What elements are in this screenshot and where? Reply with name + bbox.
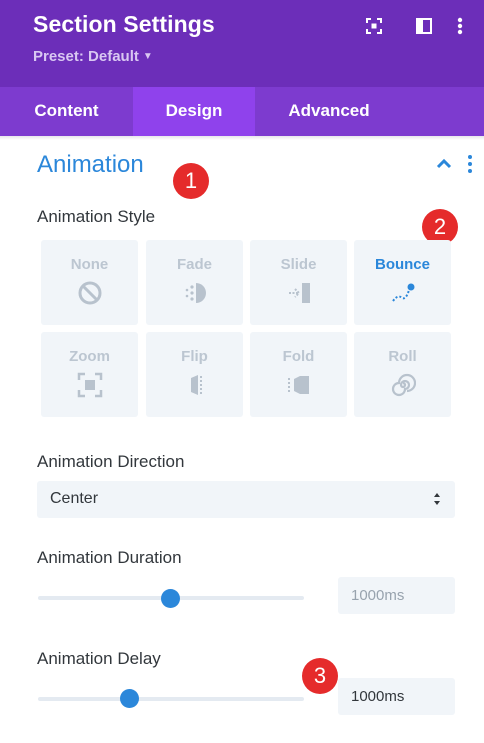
settings-header: Section Settings Preset: Default ▼ [0, 0, 484, 87]
select-arrows-icon [434, 493, 440, 505]
style-option-label: Slide [280, 256, 317, 273]
style-option-none[interactable]: None [41, 240, 138, 325]
style-option-label: Flip [181, 348, 208, 365]
focus-icon[interactable] [363, 15, 385, 37]
animation-duration-label: Animation Duration [37, 548, 182, 567]
style-option-zoom[interactable]: Zoom [41, 332, 138, 417]
style-option-slide[interactable]: Slide [250, 240, 347, 325]
tab-content[interactable]: Content [0, 87, 133, 136]
duration-input[interactable]: 1000ms [338, 577, 455, 614]
animation-style-label: Animation Style [37, 207, 156, 226]
slide-icon [289, 283, 310, 303]
roll-icon [391, 373, 416, 397]
preset-dropdown[interactable]: Preset: Default ▼ [33, 48, 153, 65]
settings-tabs: Content Design Advanced [0, 87, 484, 136]
animation-direction-select[interactable]: Center [37, 481, 455, 518]
duration-slider-handle[interactable] [161, 589, 180, 608]
delay-input[interactable]: 1000ms [338, 678, 455, 715]
step-badge-1: 1 [173, 163, 209, 199]
style-option-label: Roll [388, 348, 417, 365]
preset-label: Preset: Default [33, 48, 139, 65]
style-option-fade[interactable]: Fade [146, 240, 243, 325]
style-option-label: Fade [176, 256, 212, 273]
delay-slider-handle[interactable] [120, 689, 139, 708]
flip-icon [191, 375, 202, 395]
select-value: Center [50, 490, 99, 507]
none-icon [78, 281, 102, 305]
zoom-icon [77, 372, 103, 398]
more-vertical-icon[interactable] [455, 15, 465, 37]
style-option-bounce[interactable]: Bounce [354, 240, 451, 325]
fade-icon [185, 283, 206, 303]
tab-advanced[interactable]: Advanced [255, 87, 403, 136]
section-more-icon[interactable] [466, 154, 474, 174]
modal-title: Section Settings [33, 11, 215, 37]
style-option-flip[interactable]: Flip [146, 332, 243, 417]
style-option-roll[interactable]: Roll [354, 332, 451, 417]
animation-direction-label: Animation Direction [37, 452, 185, 471]
style-option-fold[interactable]: Fold [250, 332, 347, 417]
style-option-label: Bounce [374, 256, 430, 273]
animation-delay-label: Animation Delay [37, 649, 161, 668]
fold-icon [288, 376, 309, 394]
style-option-label: Zoom [69, 348, 110, 365]
tabs-divider [0, 136, 484, 140]
bounce-icon [392, 283, 415, 302]
tab-design[interactable]: Design [133, 87, 255, 136]
chevron-up-icon[interactable] [435, 156, 453, 170]
step-badge-3: 3 [302, 658, 338, 694]
section-title[interactable]: Animation [37, 151, 144, 179]
style-option-label: None [70, 256, 109, 273]
split-view-icon[interactable] [413, 15, 435, 37]
caret-down-icon: ▼ [142, 51, 153, 62]
delay-slider-track[interactable] [38, 697, 304, 701]
style-option-label: Fold [282, 348, 315, 365]
